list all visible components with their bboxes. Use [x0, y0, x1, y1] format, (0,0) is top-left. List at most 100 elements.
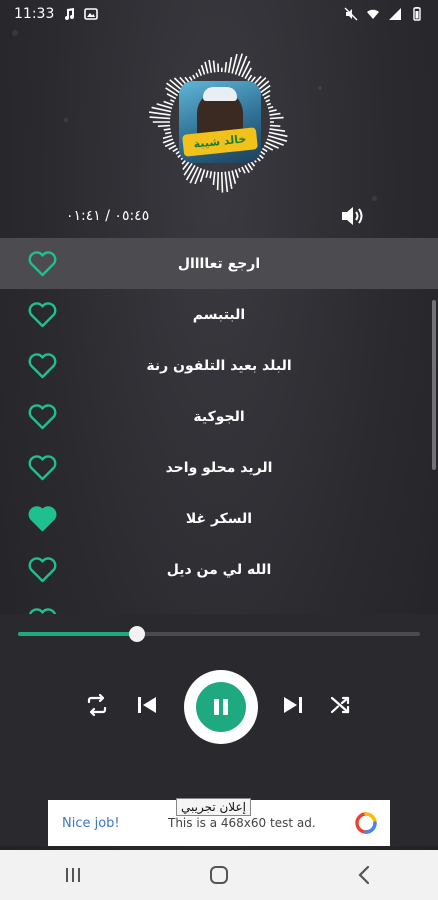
- next-icon[interactable]: [280, 692, 306, 718]
- track-title: البتبسم: [192, 306, 246, 323]
- seek-progress: [18, 632, 137, 636]
- visualizer-bar: [268, 131, 288, 138]
- visualizer-bar: [263, 94, 271, 100]
- visualizer-bar: [269, 128, 286, 132]
- visualizer-bar: [163, 100, 174, 106]
- visualizer-bar: [216, 171, 220, 191]
- heart-outline-icon[interactable]: [27, 556, 58, 584]
- ad-nice-job: Nice job!: [62, 815, 120, 831]
- visualizer-bar: [200, 64, 206, 75]
- home-icon[interactable]: [207, 863, 231, 887]
- system-nav-bar: [0, 850, 438, 900]
- visualizer-bar: [269, 124, 281, 128]
- visualizer-bar: [224, 61, 228, 73]
- visualizer-bar: [170, 99, 175, 103]
- heart-outline-icon[interactable]: [27, 403, 58, 431]
- track-row[interactable]: الله لي من ديل: [0, 544, 438, 595]
- pause-button[interactable]: [184, 670, 258, 744]
- track-row[interactable]: البلد بعيد التلفون رنة: [0, 340, 438, 391]
- previous-icon[interactable]: [134, 692, 160, 718]
- visualizer-bar: [163, 128, 171, 131]
- visualizer-bar: [188, 76, 193, 81]
- visualizer-bar: [268, 109, 277, 113]
- visualizer-bar: [195, 72, 199, 78]
- visualizer-bar: [220, 171, 224, 193]
- ad-logo-icon: [355, 812, 377, 834]
- playlist-scrollbar[interactable]: [432, 300, 436, 470]
- heart-outline-icon[interactable]: [27, 301, 58, 329]
- visualizer-bar: [162, 138, 174, 144]
- test-ad-label: إعلان تجريبي: [176, 798, 251, 816]
- visualizer-bar: [205, 170, 209, 178]
- visualizer-bar: [227, 57, 233, 73]
- track-title: الجوكية: [193, 408, 245, 425]
- visualizer-bar: [237, 168, 241, 173]
- visualizer-bar: [261, 147, 268, 153]
- visualizer-bar: [231, 170, 237, 184]
- track-row[interactable]: البتبسم: [0, 289, 438, 340]
- visualizer-bar: [197, 68, 203, 76]
- signal-icon: [389, 8, 401, 20]
- album-art-logo: خالد شيبة: [182, 127, 258, 157]
- heart-outline-icon[interactable]: [27, 607, 58, 615]
- visualizer-bar: [192, 74, 196, 80]
- album-art: خالد شيبة: [179, 81, 261, 163]
- visualizer-bar: [244, 164, 250, 174]
- battery-icon: [413, 7, 421, 21]
- visualizer-bar: [234, 169, 239, 178]
- shuffle-icon[interactable]: [328, 692, 354, 718]
- album-visualizer: خالد شيبة: [146, 48, 294, 196]
- recent-apps-icon[interactable]: [61, 863, 85, 887]
- visualizer-bar: [212, 171, 216, 186]
- visualizer-bar: [165, 131, 172, 135]
- mute-icon: [344, 7, 358, 21]
- visualizer-bar: [204, 61, 209, 74]
- visualizer-bar: [212, 60, 216, 73]
- visualizer-bar: [266, 102, 272, 106]
- track-title: السكر غلا: [185, 510, 253, 527]
- visualizer-bar: [265, 99, 271, 103]
- track-row[interactable]: السكر غلا: [0, 493, 438, 544]
- back-icon[interactable]: [353, 863, 377, 887]
- visualizer-bar: [151, 106, 172, 113]
- wifi-icon: [367, 9, 379, 19]
- track-title: ارجع تعاااال: [177, 255, 261, 272]
- track-row[interactable]: ارجع تعاااال: [0, 238, 438, 289]
- visualizer-bar: [185, 164, 196, 181]
- visualizer-bar: [166, 82, 181, 94]
- track-row[interactable]: الجوكية: [0, 391, 438, 442]
- heart-outline-icon[interactable]: [27, 454, 58, 482]
- visualizer-bar: [269, 112, 281, 116]
- gallery-icon: [84, 8, 99, 20]
- repeat-icon[interactable]: [84, 692, 110, 718]
- status-time: 11:33: [14, 6, 55, 22]
- visualizer-bar: [269, 116, 284, 120]
- visualizer-bar: [267, 105, 274, 109]
- visualizer-bar: [168, 144, 177, 150]
- track-row-partial[interactable]: [0, 595, 438, 614]
- seek-bar[interactable]: [18, 626, 420, 642]
- seek-handle[interactable]: [128, 626, 145, 642]
- track-row[interactable]: الريد محلو واحد: [0, 442, 438, 493]
- visualizer-bar: [164, 141, 175, 148]
- visualizer-bar: [263, 144, 274, 151]
- track-title: الله لي من ديل: [166, 561, 272, 578]
- music-note-icon: [65, 8, 75, 20]
- track-title: البلد بعيد التلفون رنة: [146, 357, 292, 374]
- heart-outline-icon[interactable]: [27, 250, 58, 278]
- visualizer-bar: [259, 150, 266, 156]
- visualizer-bar: [241, 166, 246, 174]
- playlist: ارجع تعاااال البتبسم البلد بعيد التلفون …: [0, 238, 438, 614]
- visualizer-bar: [227, 171, 233, 189]
- visualizer-bar: [208, 59, 213, 73]
- time-display: ٠٥:٤٥ / ٠١:٤١: [66, 208, 150, 224]
- pause-icon: [214, 699, 228, 715]
- volume-icon[interactable]: [340, 205, 366, 227]
- ad-text: This is a 468x60 test ad.: [168, 816, 316, 830]
- track-title: الريد محلو واحد: [165, 459, 273, 476]
- heart-outline-icon[interactable]: [27, 352, 58, 380]
- visualizer-bar: [247, 74, 253, 81]
- visualizer-bar: [261, 89, 271, 97]
- time-row: ٠٥:٤٥ / ٠١:٤١: [66, 204, 366, 228]
- heart-filled-icon[interactable]: [27, 505, 58, 533]
